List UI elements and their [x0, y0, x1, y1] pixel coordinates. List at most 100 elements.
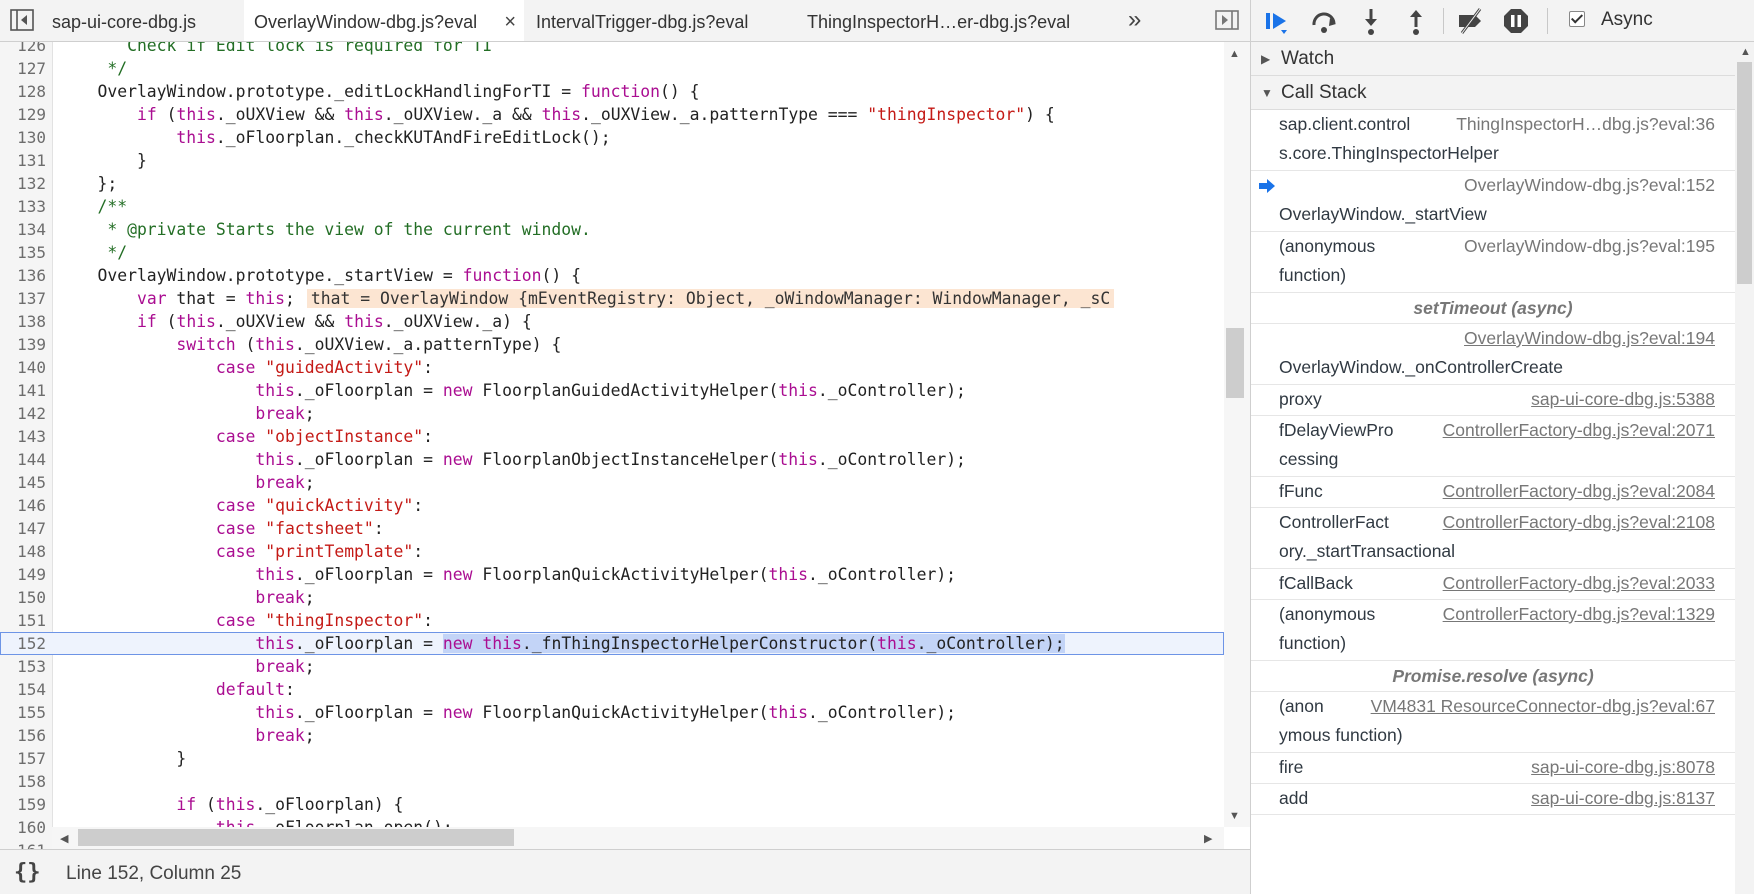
line-number[interactable]: 150: [0, 586, 46, 609]
line-number[interactable]: 143: [0, 425, 46, 448]
code-line[interactable]: 133 /**: [0, 195, 1224, 218]
code-line[interactable]: 137 var that = this; that = OverlayWindow…: [0, 287, 1224, 310]
code-line[interactable]: 142 break;: [0, 402, 1224, 425]
source-code[interactable]: 126 Check if Edit lock is required for T…: [0, 42, 1224, 849]
code-line[interactable]: 141 this._oFloorplan = new FloorplanGuid…: [0, 379, 1224, 402]
frame-location-link[interactable]: ControllerFactory-dbg.js?eval:1329: [1443, 604, 1715, 625]
code-line[interactable]: 150 break;: [0, 586, 1224, 609]
line-number[interactable]: 158: [0, 770, 46, 793]
editor-vertical-scroll-thumb[interactable]: [1226, 328, 1244, 398]
code-line[interactable]: 129 if (this._oUXView && this._oUXView._…: [0, 103, 1224, 126]
line-number[interactable]: 126: [0, 42, 46, 57]
code-line[interactable]: 157 }: [0, 747, 1224, 770]
call-frame[interactable]: (anon VM4831 ResourceConnector-dbg.js?eva…: [1251, 692, 1735, 753]
line-number[interactable]: 157: [0, 747, 46, 770]
line-number[interactable]: 142: [0, 402, 46, 425]
line-number[interactable]: 138: [0, 310, 46, 333]
call-frame[interactable]: ControllerFact ControllerFactory-dbg.js?e…: [1251, 508, 1735, 569]
frame-location-link[interactable]: ControllerFactory-dbg.js?eval:2084: [1443, 481, 1715, 502]
code-line[interactable]: 149 this._oFloorplan = new FloorplanQuic…: [0, 563, 1224, 586]
scroll-left-icon[interactable]: ◀: [60, 832, 68, 845]
line-number[interactable]: 130: [0, 126, 46, 149]
call-frame[interactable]: (anonymous OverlayWindow-dbg.js?eval:195 f…: [1251, 232, 1735, 293]
code-line[interactable]: 156 break;: [0, 724, 1224, 747]
step-into-icon[interactable]: [1356, 6, 1386, 36]
code-line[interactable]: 155 this._oFloorplan = new FloorplanQuic…: [0, 701, 1224, 724]
frame-location-link[interactable]: OverlayWindow-dbg.js?eval:152: [1464, 175, 1715, 196]
step-out-icon[interactable]: [1401, 6, 1431, 36]
frame-location-link[interactable]: ControllerFactory-dbg.js?eval:2108: [1443, 512, 1715, 533]
tab-interval-trigger[interactable]: IntervalTrigger-dbg.js?eval: [536, 0, 766, 42]
call-frame[interactable]: fire sap-ui-core-dbg.js:8078: [1251, 753, 1735, 784]
tab-overlay-window[interactable]: OverlayWindow-dbg.js?eval ×: [244, 0, 524, 41]
code-line[interactable]: 143 case "objectInstance":: [0, 425, 1224, 448]
code-line[interactable]: 146 case "quickActivity":: [0, 494, 1224, 517]
close-icon[interactable]: ×: [504, 0, 516, 44]
line-number[interactable]: 132: [0, 172, 46, 195]
code-line[interactable]: 139 switch (this._oUXView._a.patternType…: [0, 333, 1224, 356]
code-line[interactable]: 131 }: [0, 149, 1224, 172]
code-line[interactable]: 144 this._oFloorplan = new FloorplanObje…: [0, 448, 1224, 471]
line-number[interactable]: 147: [0, 517, 46, 540]
debugger-sidebar-toggle-icon[interactable]: [1215, 10, 1239, 30]
call-frame[interactable]: fCallBack ControllerFactory-dbg.js?eval:2…: [1251, 569, 1735, 600]
frame-location-link[interactable]: sap-ui-core-dbg.js:5388: [1531, 389, 1715, 410]
call-frame[interactable]: OverlayWindow-dbg.js?eval:152 OverlayWind…: [1251, 171, 1735, 232]
call-frame[interactable]: fFunc ControllerFactory-dbg.js?eval:2084: [1251, 477, 1735, 508]
line-number[interactable]: 151: [0, 609, 46, 632]
line-number[interactable]: 135: [0, 241, 46, 264]
line-number[interactable]: 161: [0, 839, 46, 849]
call-frame[interactable]: add sap-ui-core-dbg.js:8137: [1251, 784, 1735, 815]
code-line[interactable]: 158: [0, 770, 1224, 793]
code-line[interactable]: 147 case "factsheet":: [0, 517, 1224, 540]
code-line[interactable]: 148 case "printTemplate":: [0, 540, 1224, 563]
line-number[interactable]: 153: [0, 655, 46, 678]
line-number[interactable]: 128: [0, 80, 46, 103]
watch-section-header[interactable]: ▶ Watch: [1251, 42, 1735, 76]
line-number[interactable]: 136: [0, 264, 46, 287]
inline-variable-value[interactable]: that = OverlayWindow {mEventRegistry: Ob…: [306, 289, 1115, 308]
scroll-right-icon[interactable]: ▶: [1204, 832, 1212, 845]
call-stack-section-header[interactable]: ▼ Call Stack: [1251, 76, 1735, 110]
line-number[interactable]: 146: [0, 494, 46, 517]
code-line[interactable]: 145 break;: [0, 471, 1224, 494]
code-line[interactable]: 127 */: [0, 57, 1224, 80]
frame-location-link[interactable]: sap-ui-core-dbg.js:8137: [1531, 788, 1715, 809]
scroll-up-icon[interactable]: ▲: [1229, 48, 1240, 60]
pretty-print-icon[interactable]: {}: [14, 860, 41, 885]
code-line[interactable]: 154 default:: [0, 678, 1224, 701]
frame-location-link[interactable]: ControllerFactory-dbg.js?eval:2071: [1443, 420, 1715, 441]
line-number[interactable]: 154: [0, 678, 46, 701]
line-number[interactable]: 139: [0, 333, 46, 356]
code-line[interactable]: 136 OverlayWindow.prototype._startView =…: [0, 264, 1224, 287]
line-number[interactable]: 131: [0, 149, 46, 172]
code-line[interactable]: 134 * @private Starts the view of the cu…: [0, 218, 1224, 241]
step-over-icon[interactable]: [1309, 6, 1339, 36]
code-line[interactable]: 153 break;: [0, 655, 1224, 678]
code-line[interactable]: 126 Check if Edit lock is required for T…: [0, 42, 1224, 57]
call-frame[interactable]: sap.client.control ThingInspectorH…dbg.js…: [1251, 110, 1735, 171]
line-number[interactable]: 127: [0, 57, 46, 80]
code-line[interactable]: 151 case "thingInspector":: [0, 609, 1224, 632]
tab-sap-ui-core[interactable]: sap-ui-core-dbg.js: [52, 0, 212, 42]
call-frame[interactable]: OverlayWindow-dbg.js?eval:194 OverlayWind…: [1251, 324, 1735, 385]
editor-vertical-scrollbar[interactable]: [1224, 42, 1250, 827]
frame-location-link[interactable]: OverlayWindow-dbg.js?eval:194: [1464, 328, 1715, 349]
code-line[interactable]: 138 if (this._oUXView && this._oUXView._…: [0, 310, 1224, 333]
line-number[interactable]: 149: [0, 563, 46, 586]
line-number[interactable]: 129: [0, 103, 46, 126]
line-number[interactable]: 133: [0, 195, 46, 218]
frame-location-link[interactable]: ControllerFactory-dbg.js?eval:2033: [1443, 573, 1715, 594]
frame-location-link[interactable]: VM4831 ResourceConnector-dbg.js?eval:67: [1371, 696, 1715, 717]
line-number[interactable]: 145: [0, 471, 46, 494]
frame-location-link[interactable]: ThingInspectorH…dbg.js?eval:36: [1456, 114, 1715, 135]
scroll-down-icon[interactable]: ▼: [1229, 810, 1240, 822]
line-number[interactable]: 140: [0, 356, 46, 379]
line-number[interactable]: 159: [0, 793, 46, 816]
tab-thing-inspector-helper[interactable]: ThingInspectorH…er-dbg.js?eval: [807, 0, 1097, 42]
sidebar-scroll-thumb[interactable]: [1737, 62, 1752, 284]
pause-on-exceptions-icon[interactable]: [1501, 6, 1531, 36]
line-number[interactable]: 152: [0, 632, 46, 655]
resume-icon[interactable]: [1261, 6, 1291, 36]
more-tabs-icon[interactable]: »: [1128, 8, 1141, 32]
